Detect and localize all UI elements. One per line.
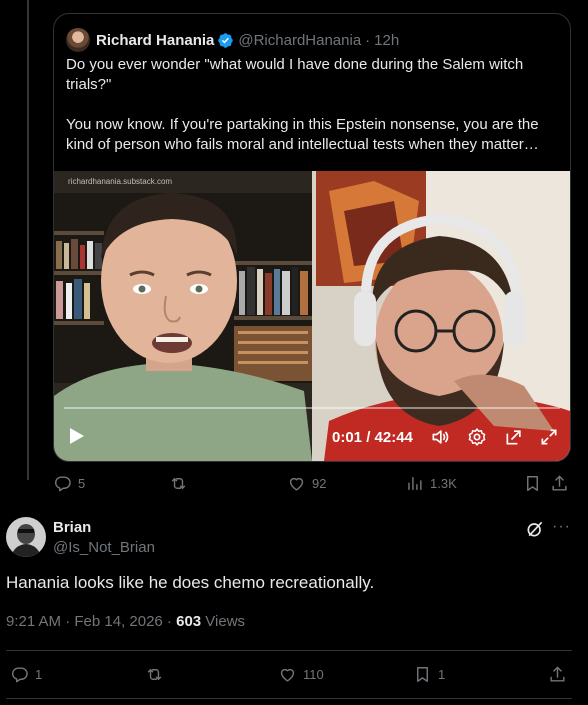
repost-icon	[171, 477, 186, 490]
quoted-post-text: Do you ever wonder "what would I have do…	[66, 55, 562, 175]
quoted-views-count: 1.3K	[430, 476, 457, 491]
reply-reply-button[interactable]: 1	[10, 665, 42, 684]
quoted-author-name[interactable]: Richard Hanania	[96, 32, 214, 49]
popout-icon[interactable]	[504, 427, 524, 447]
video-player[interactable]: richardhanania.substack.com 0:01 / 42:44	[54, 171, 570, 461]
reply-bookmark-count: 1	[438, 667, 446, 682]
quoted-reply-count: 5	[78, 476, 86, 491]
reply-icon	[54, 476, 71, 492]
bookmark-icon	[527, 476, 538, 491]
divider-top	[6, 650, 572, 651]
reply-reply-count: 1	[35, 667, 43, 682]
share-icon	[552, 475, 567, 491]
grok-icon[interactable]	[525, 519, 545, 539]
reply-share-button[interactable]	[548, 665, 567, 684]
play-icon[interactable]	[68, 426, 86, 446]
avatar-image	[6, 517, 46, 557]
more-icon[interactable]: ···	[552, 518, 571, 536]
reply-author-handle[interactable]: @Is_Not_Brian	[53, 539, 155, 556]
quoted-post-header: Richard Hanania @RichardHanania · 12h	[66, 28, 399, 52]
quoted-author-handle[interactable]: @RichardHanania	[238, 32, 361, 49]
reply-views-count: 603	[176, 613, 202, 630]
quoted-repost-button[interactable]	[169, 474, 194, 493]
video-url-overlay: richardhanania.substack.com	[68, 177, 173, 186]
reply-post-time[interactable]: 9:21 AM · Feb 14, 2026 ·	[6, 613, 176, 630]
reply-like-button[interactable]: 110	[278, 665, 324, 684]
repost-icon	[147, 668, 162, 681]
reply-post-meta: 9:21 AM · Feb 14, 2026 · 603 Views	[6, 613, 245, 630]
quoted-share-button[interactable]	[550, 474, 569, 493]
bookmark-icon	[417, 667, 428, 682]
views-icon	[408, 477, 422, 490]
settings-icon[interactable]	[467, 427, 487, 447]
fullscreen-icon[interactable]	[539, 427, 559, 447]
like-icon	[280, 668, 295, 682]
quoted-views-button[interactable]: 1.3K	[405, 474, 457, 493]
divider-bottom	[6, 698, 572, 699]
verified-badge-icon	[218, 32, 234, 48]
video-progress-bar[interactable]	[64, 407, 560, 409]
like-icon	[289, 477, 304, 491]
quoted-bookmark-button[interactable]	[523, 474, 542, 493]
volume-icon[interactable]	[430, 427, 450, 447]
quoted-author-avatar[interactable]	[66, 28, 90, 52]
reply-repost-button[interactable]	[145, 665, 170, 684]
reply-bookmark-button[interactable]: 1	[413, 665, 445, 684]
share-icon	[550, 666, 565, 682]
reply-like-count: 110	[303, 667, 324, 682]
quoted-text-paragraph-2: You now know. If you're partaking in thi…	[66, 116, 539, 153]
quoted-like-count: 92	[312, 476, 327, 491]
reply-author-avatar[interactable]	[6, 517, 46, 557]
quoted-post-time[interactable]: 12h	[374, 32, 399, 49]
reply-post-text: Hanania looks like he does chemo recreat…	[6, 573, 375, 592]
video-frame	[54, 171, 570, 461]
separator-dot: ·	[365, 31, 371, 49]
thread-connector-line	[27, 0, 29, 480]
reply-author-name[interactable]: Brian	[53, 519, 91, 536]
quoted-post-card[interactable]: Richard Hanania @RichardHanania · 12h Do…	[53, 13, 571, 462]
video-time: 0:01 / 42:44	[332, 429, 413, 446]
reply-views-label: Views	[201, 613, 246, 630]
reply-icon	[11, 667, 28, 683]
quoted-reply-button[interactable]: 5	[53, 474, 85, 493]
quoted-like-button[interactable]: 92	[287, 474, 326, 493]
quoted-text-paragraph-1: Do you ever wonder "what would I have do…	[66, 56, 524, 93]
